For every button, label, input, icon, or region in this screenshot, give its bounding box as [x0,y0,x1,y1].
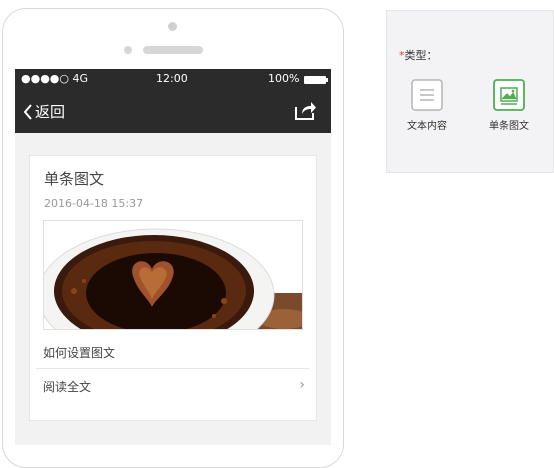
chevron-left-icon [23,103,32,120]
back-label: 返回 [35,103,66,121]
single-image-text-icon [493,79,525,111]
back-button[interactable]: 返回 [23,101,65,122]
type-option-label: 文本内容 [407,121,447,132]
share-icon[interactable] [293,99,317,121]
read-more-link[interactable]: 阅读全文 › [43,377,305,398]
article-date: 2016-04-18 15:37 [44,197,144,210]
article-title: 单条图文 [44,170,105,188]
battery-percent: 100% [268,72,300,85]
battery-icon [304,76,326,84]
type-option-single-image-text[interactable]: 单条图文 [479,79,539,132]
article-description: 如何设置图文 [43,346,116,360]
type-label-text: 类型： [404,49,438,62]
type-panel: *类型： 文本内容 单条图文 [386,10,554,173]
sensor-dot [124,46,132,54]
camera-dot [168,22,177,31]
type-option-label: 单条图文 [489,121,529,132]
speaker-grille [143,46,203,54]
read-more-label: 阅读全文 [43,380,92,394]
text-content-icon [411,79,443,111]
article-card[interactable]: 单条图文 2016-04-18 15:37 如何设置图文 阅读全文 › [29,155,317,421]
phone-screen: ●●●●○ 4G 12:00 100% 返回 单条图文 2016-04-18 1… [15,69,331,445]
status-time: 12:00 [156,72,188,85]
signal-indicator: ●●●●○ 4G [21,72,89,85]
type-field-label: *类型： [399,47,438,63]
card-divider [36,368,310,369]
chevron-right-icon: › [299,377,305,393]
type-option-text[interactable]: 文本内容 [397,79,457,132]
coffee-image [43,220,303,330]
nav-bar: 返回 [15,89,331,133]
status-bar: ●●●●○ 4G 12:00 100% [15,69,331,89]
battery-tip [326,78,328,82]
